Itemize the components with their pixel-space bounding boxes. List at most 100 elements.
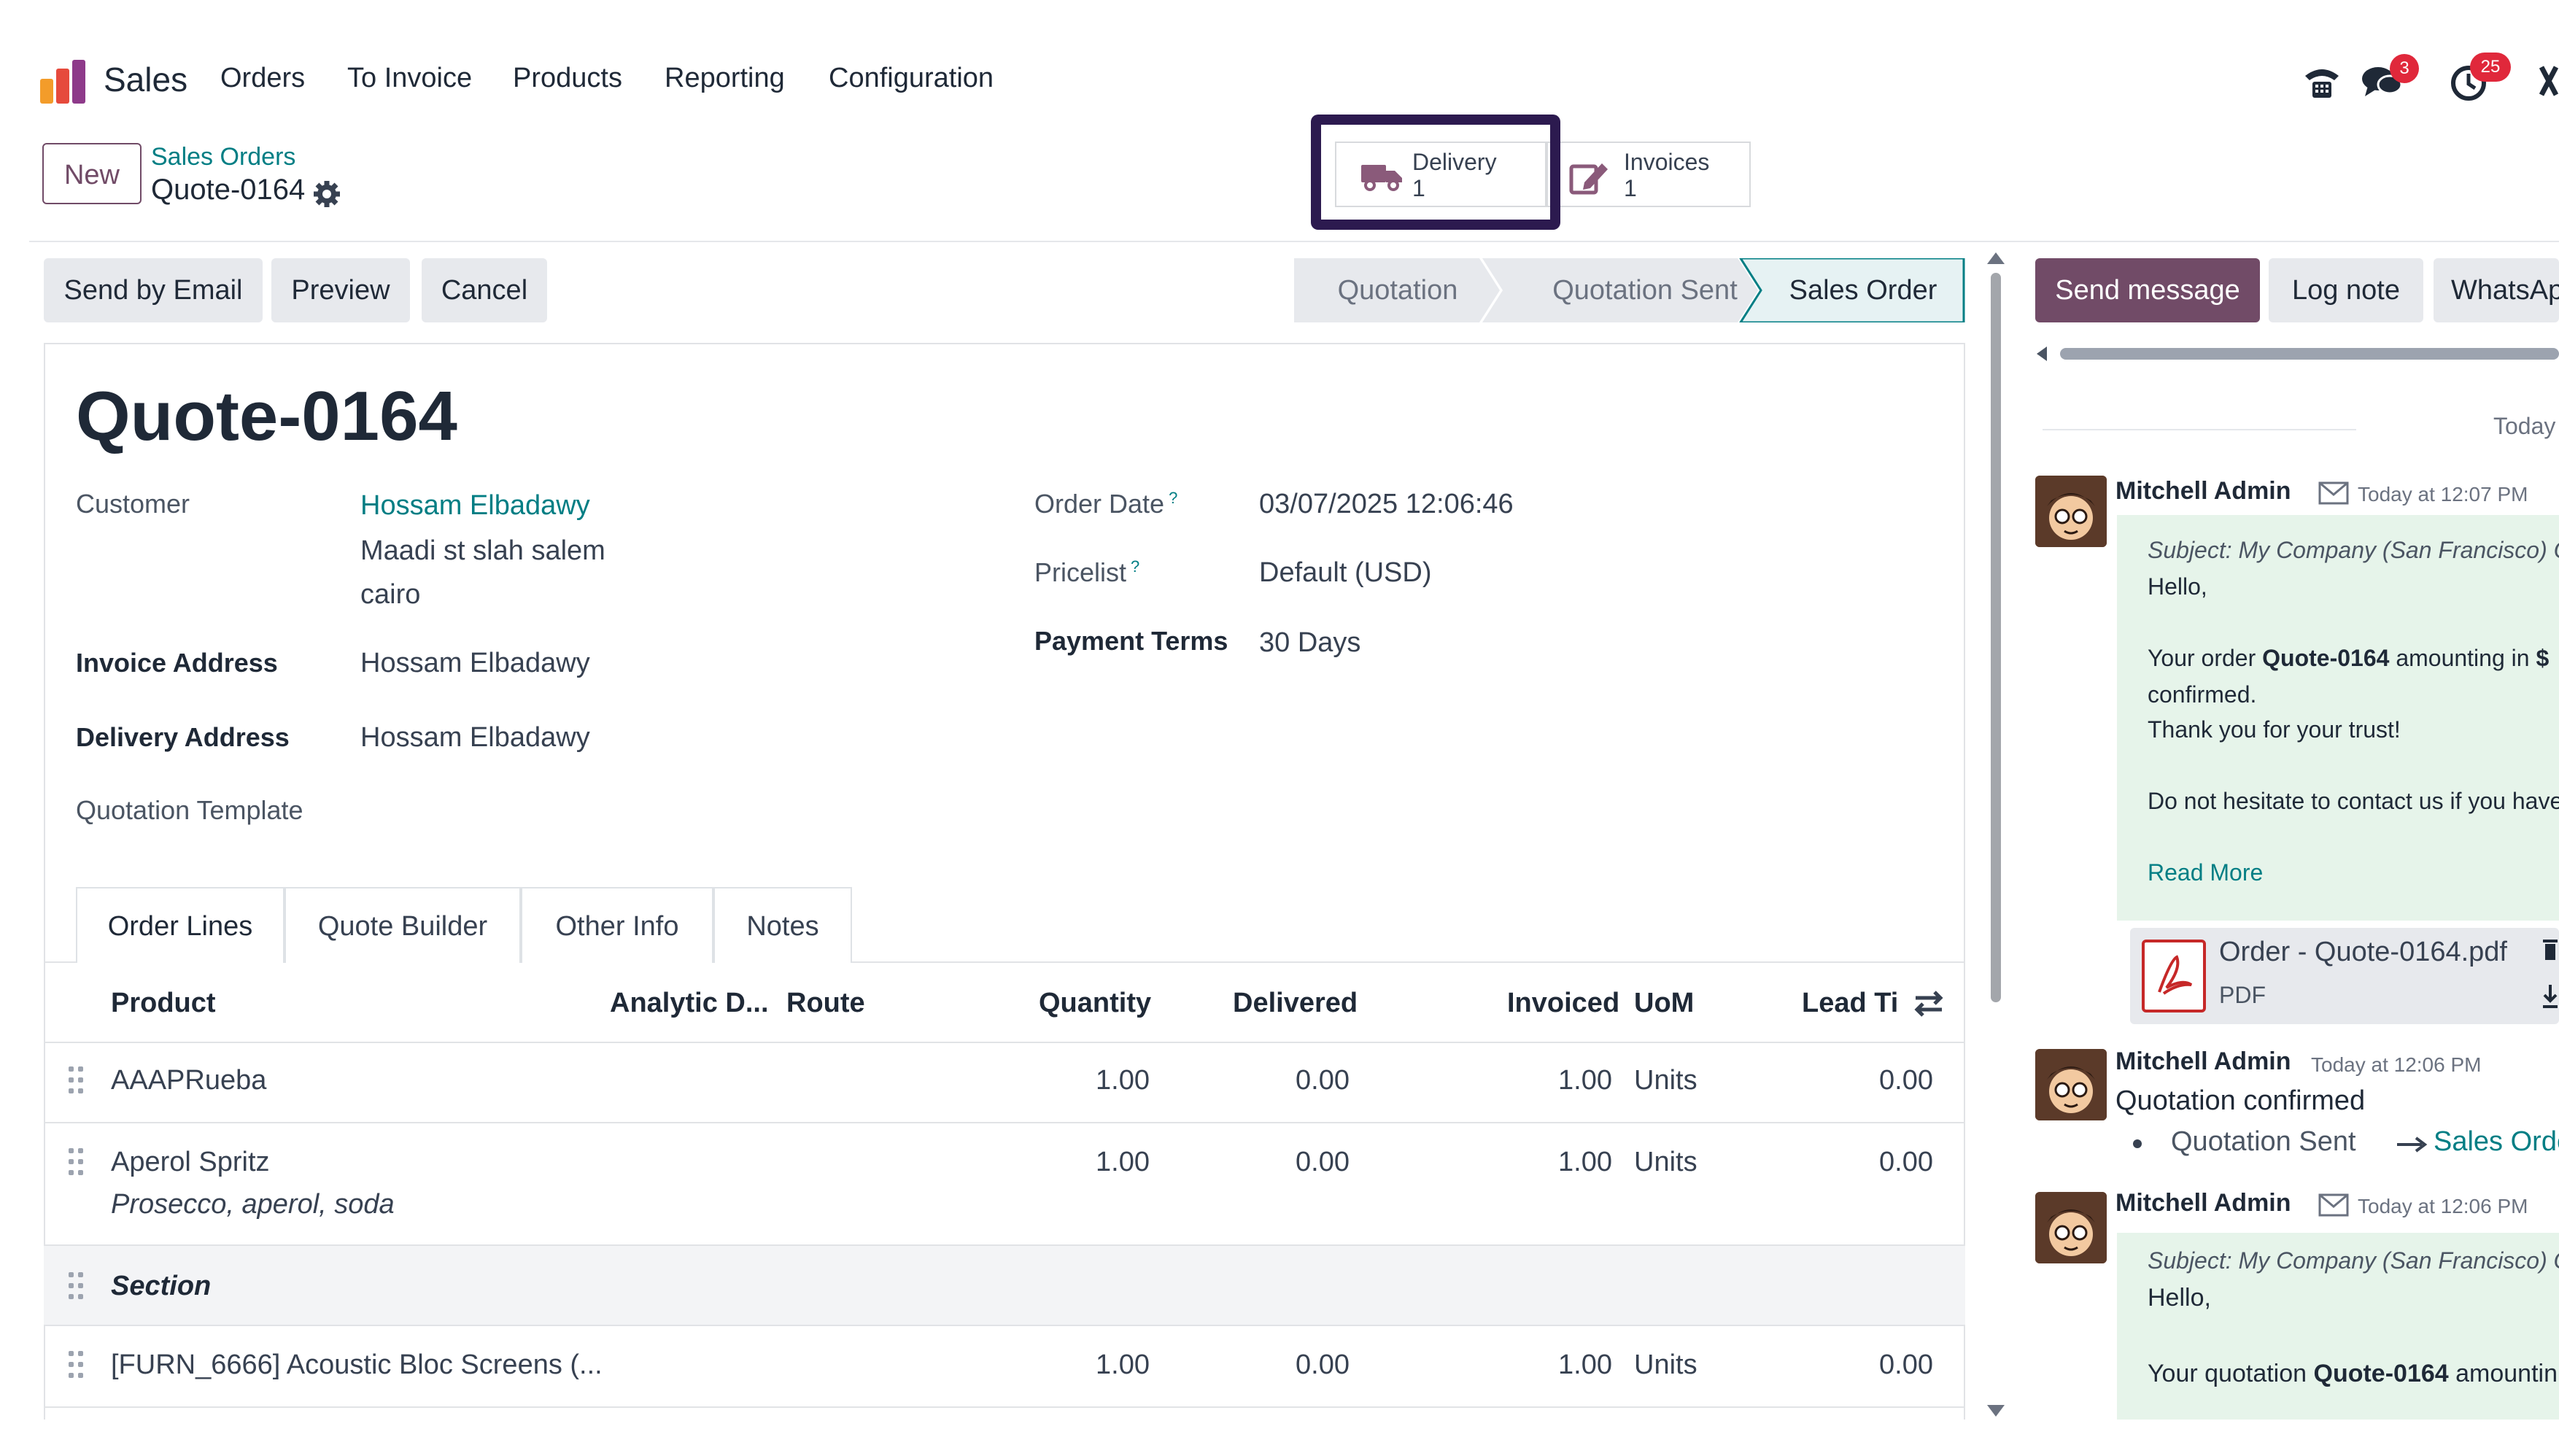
tab-other-info[interactable]: Other Info (521, 887, 713, 963)
form-scrollbar[interactable] (1986, 251, 2006, 1418)
top-navbar: Sales Orders To Invoice Products Reporti… (0, 0, 2559, 153)
pricelist-field[interactable]: Default (USD) (1259, 557, 1432, 589)
optional-columns-icon[interactable] (1913, 989, 1945, 1018)
status-quotation[interactable]: Quotation (1294, 258, 1501, 322)
col-uom[interactable]: UoM (1634, 988, 1694, 1019)
drag-handle-icon[interactable] (69, 1148, 85, 1177)
user-face-icon (2035, 1049, 2107, 1120)
row-1-lead-time[interactable]: 0.00 (1795, 1065, 1933, 1096)
trash-icon[interactable] (2541, 935, 2559, 961)
today-separator: Today (2493, 413, 2556, 439)
send-message-button[interactable]: Send message (2035, 258, 2260, 322)
drag-handle-icon[interactable] (69, 1351, 85, 1380)
message-author[interactable]: Mitchell Admin (2115, 1189, 2291, 1217)
pricelist-help[interactable]: ? (1131, 557, 1139, 576)
new-button[interactable]: New (42, 143, 142, 204)
pdf-file-icon (2142, 940, 2206, 1012)
col-product[interactable]: Product (111, 988, 216, 1019)
tracking-new-value: Sales Order (2434, 1126, 2559, 1157)
row-4-lead-time[interactable]: 0.00 (1795, 1349, 1933, 1381)
invoice-address-label: Invoice Address (76, 648, 278, 678)
col-lead-time[interactable]: Lead Tir (1802, 988, 1897, 1019)
row-divider (44, 1122, 1965, 1123)
row-2-lead-time[interactable]: 0.00 (1795, 1147, 1933, 1178)
order-title: Quote-0164 (76, 377, 457, 455)
drag-handle-icon[interactable] (69, 1066, 85, 1096)
col-invoiced[interactable]: Invoiced (1507, 988, 1619, 1019)
col-quantity[interactable]: Quantity (1039, 988, 1151, 1019)
row-4-product[interactable]: [FURN_6666] Acoustic Bloc Screens (... (111, 1349, 603, 1381)
menu-orders[interactable]: Orders (220, 63, 305, 94)
app-name[interactable]: Sales (104, 60, 187, 99)
header-divider (29, 241, 2559, 242)
envelope-icon (2318, 1193, 2349, 1217)
message-body: Your quotation Quote-0164 amountin (2148, 1360, 2558, 1387)
message-contact: Do not hesitate to contact us if you hav… (2148, 788, 2559, 814)
send-by-email-button[interactable]: Send by Email (44, 258, 263, 322)
tools-icon[interactable] (2539, 63, 2559, 99)
envelope-icon (2318, 481, 2349, 505)
read-more-link[interactable]: Read More (2148, 859, 2263, 886)
avatar[interactable] (2035, 1049, 2107, 1120)
row-2-description[interactable]: Prosecco, aperol, soda (111, 1189, 395, 1220)
today-divider-left (2043, 429, 2356, 430)
row-4-uom[interactable]: Units (1634, 1349, 1697, 1381)
invoice-address-field[interactable]: Hossam Elbadawy (360, 648, 590, 679)
menu-configuration[interactable]: Configuration (829, 63, 994, 94)
row-divider (44, 1406, 1965, 1408)
row-2-delivered[interactable]: 0.00 (1211, 1147, 1350, 1178)
sales-app-icon[interactable] (40, 60, 87, 104)
gear-icon[interactable] (312, 179, 341, 209)
invoices-smart-button[interactable]: Invoices 1 (1546, 142, 1751, 207)
preview-button[interactable]: Preview (271, 258, 410, 322)
avatar[interactable] (2035, 476, 2107, 547)
menu-products[interactable]: Products (513, 63, 622, 94)
arrow-right-icon (2397, 1136, 2428, 1153)
attachment-name[interactable]: Order - Quote-0164.pdf (2219, 937, 2507, 968)
avatar[interactable] (2035, 1192, 2107, 1263)
col-delivered[interactable]: Delivered (1233, 988, 1358, 1019)
status-quotation-sent[interactable]: Quotation Sent (1503, 258, 1787, 322)
col-route[interactable]: Route (786, 988, 865, 1019)
payment-terms-field[interactable]: 30 Days (1259, 627, 1360, 659)
user-face-icon (2035, 1192, 2107, 1263)
breadcrumb-sales-orders[interactable]: Sales Orders (151, 143, 295, 171)
tab-notes[interactable]: Notes (713, 887, 852, 963)
menu-to-invoice[interactable]: To Invoice (347, 63, 472, 94)
message-author[interactable]: Mitchell Admin (2115, 477, 2291, 506)
row-1-quantity[interactable]: 1.00 (1007, 1065, 1150, 1096)
section-label[interactable]: Section (111, 1271, 211, 1302)
row-1-delivered[interactable]: 0.00 (1211, 1065, 1350, 1096)
menu-reporting[interactable]: Reporting (665, 63, 785, 94)
row-1-uom[interactable]: Units (1634, 1065, 1697, 1096)
order-date-help[interactable]: ? (1169, 489, 1177, 507)
tab-order-lines[interactable]: Order Lines (76, 887, 284, 963)
row-2-product[interactable]: Aperol Spritz (111, 1147, 270, 1178)
customer-link[interactable]: Hossam Elbadawy (360, 490, 590, 522)
row-4-quantity[interactable]: 1.00 (1007, 1349, 1150, 1381)
breadcrumb-current: Quote-0164 (151, 174, 306, 206)
order-date-field[interactable]: 03/07/2025 12:06:46 (1259, 489, 1514, 520)
download-icon[interactable] (2541, 983, 2559, 1010)
row-2-quantity[interactable]: 1.00 (1007, 1147, 1150, 1178)
message-author[interactable]: Mitchell Admin (2115, 1048, 2291, 1076)
row-2-invoiced: 1.00 (1558, 1147, 1612, 1177)
row-4-delivered[interactable]: 0.00 (1211, 1349, 1350, 1381)
log-note-button[interactable]: Log note (2269, 258, 2423, 322)
message-subject: Subject: My Company (San Francisco) Quo (2148, 1247, 2559, 1274)
chatter-horizontal-scrollbar[interactable] (2035, 343, 2559, 365)
col-analytic[interactable]: Analytic D... (610, 988, 769, 1019)
drag-handle-icon[interactable] (69, 1272, 85, 1301)
row-2-uom[interactable]: Units (1634, 1147, 1697, 1178)
cancel-button[interactable]: Cancel (422, 258, 547, 322)
section-row[interactable] (44, 1246, 1965, 1325)
delivery-address-field[interactable]: Hossam Elbadawy (360, 722, 590, 754)
tracking-old-value: Quotation Sent (2171, 1126, 2356, 1157)
status-sales-order[interactable]: Sales Order (1761, 258, 1965, 322)
row-1-product[interactable]: AAAPRueba (111, 1065, 266, 1096)
whatsapp-button[interactable]: WhatsApp (2434, 258, 2559, 322)
message-time: Today at 12:06 PM (2311, 1053, 2482, 1076)
tab-quote-builder[interactable]: Quote Builder (284, 887, 521, 963)
customer-label: Customer (76, 489, 190, 519)
phone-icon[interactable] (2302, 63, 2342, 99)
